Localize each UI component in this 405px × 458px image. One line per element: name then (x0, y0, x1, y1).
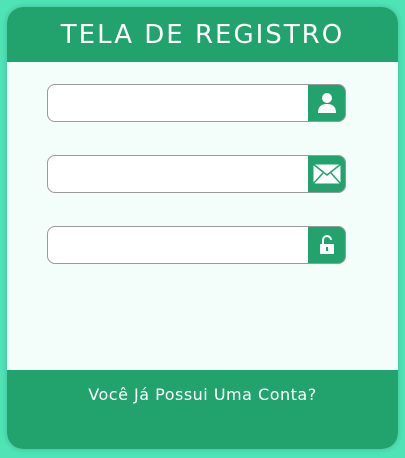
register-card: TELA DE REGISTRO Você Já Possui Uma Cont… (7, 7, 398, 449)
email-input[interactable] (47, 155, 346, 193)
login-link[interactable]: Você Já Possui Uma Conta? (88, 385, 316, 404)
email-field-group (47, 155, 346, 193)
envelope-icon (308, 155, 346, 193)
page-title: TELA DE REGISTRO (60, 19, 345, 50)
password-input[interactable] (47, 226, 346, 264)
user-icon (308, 84, 346, 122)
username-field-group (47, 84, 346, 122)
register-footer: Você Já Possui Uma Conta? (7, 370, 398, 449)
unlock-icon (308, 226, 346, 264)
register-header: TELA DE REGISTRO (7, 7, 398, 62)
password-field-group (47, 226, 346, 264)
username-input[interactable] (47, 84, 346, 122)
